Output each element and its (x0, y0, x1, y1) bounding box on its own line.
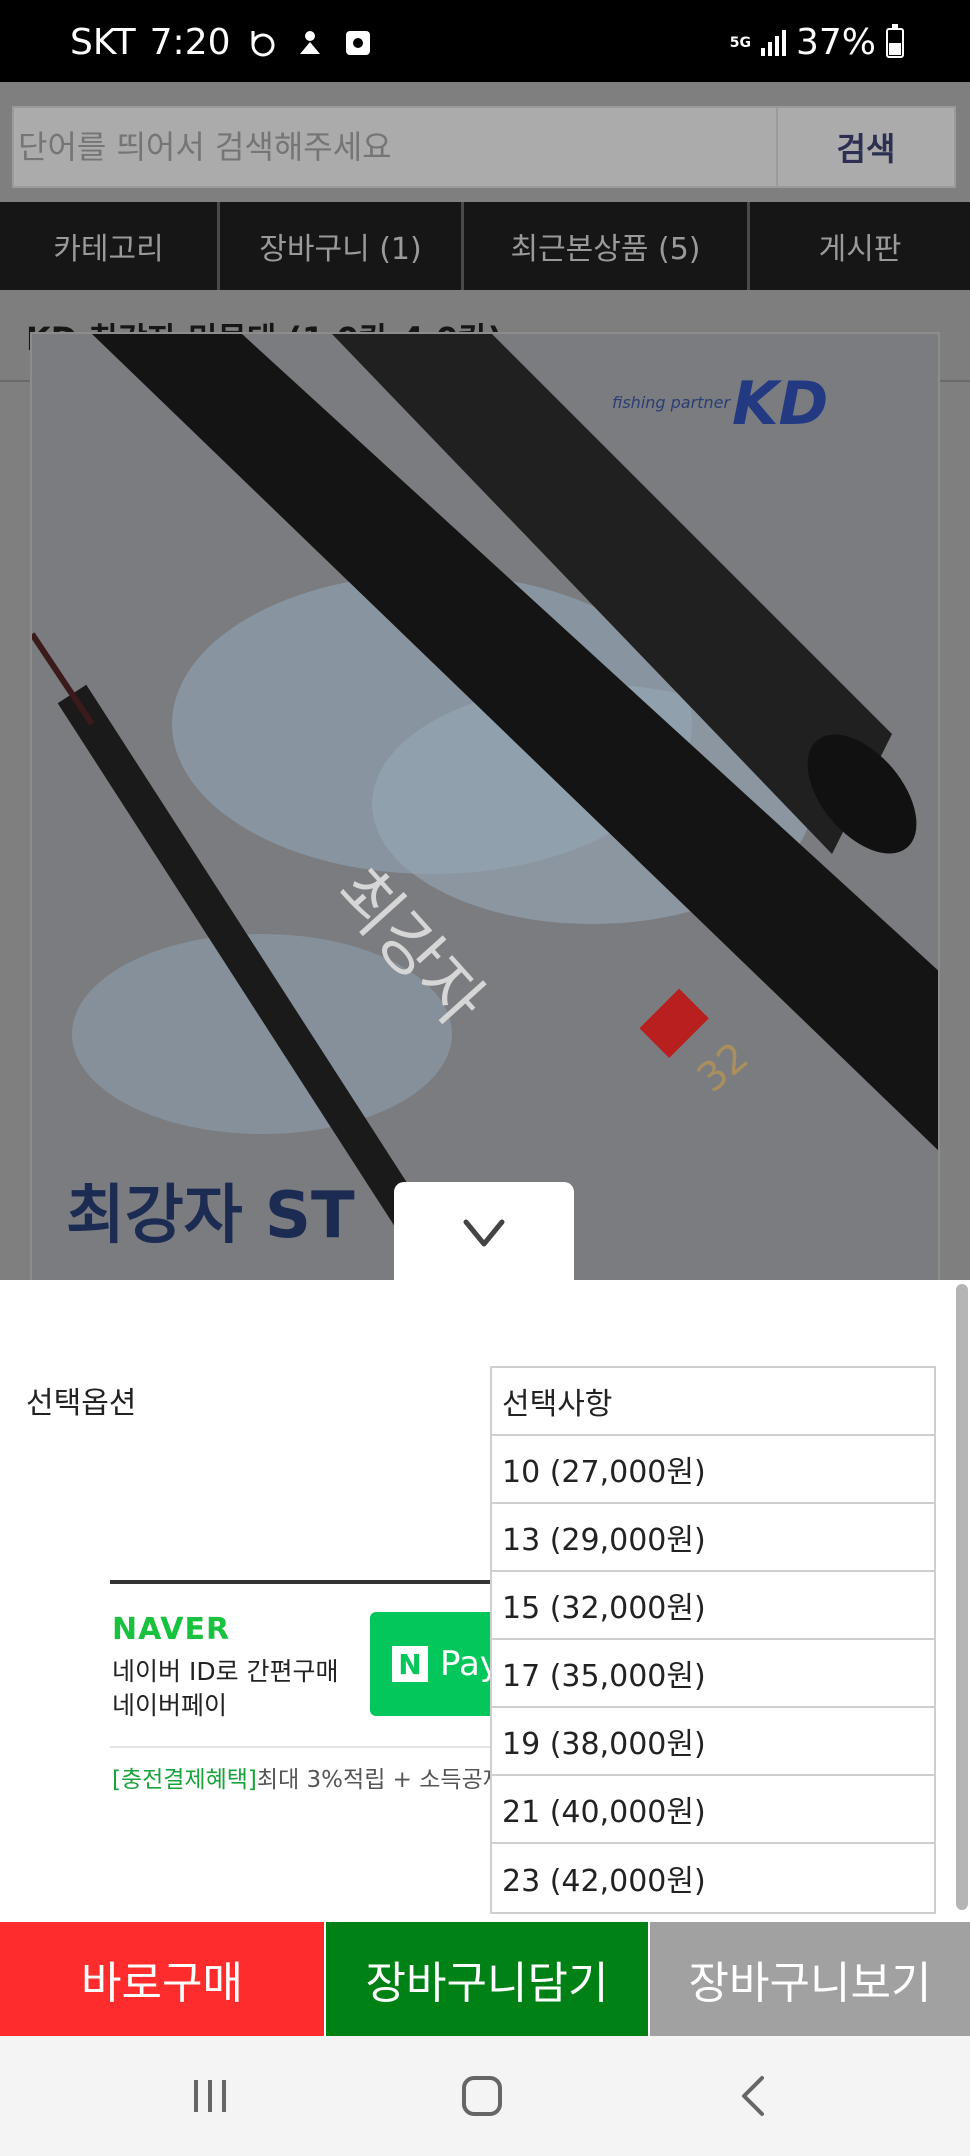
add-to-cart-button[interactable]: 장바구니담기 (324, 1922, 648, 2036)
naver-divider (110, 1746, 490, 1748)
sheet-scrollbar[interactable] (956, 1284, 968, 1910)
status-right: 5G 37% (730, 22, 904, 63)
view-cart-button[interactable]: 장바구니보기 (648, 1922, 970, 2036)
home-icon (462, 2076, 502, 2116)
status-bar: SKT 7:20 5G 37% (0, 0, 970, 82)
option-dropdown-list[interactable]: 선택사항 10 (27,000원) 13 (29,000원) 15 (32,00… (490, 1366, 936, 1914)
naver-logo: NAVER (112, 1612, 231, 1647)
search-button[interactable]: 검색 (776, 108, 954, 186)
home-button[interactable] (452, 2066, 512, 2126)
record-app-icon (341, 26, 375, 60)
signal-icon (760, 29, 786, 56)
option-item[interactable]: 17 (35,000원) (492, 1640, 934, 1708)
brand-tagline: fishing partner (612, 393, 731, 412)
naver-pay-divider-top (110, 1580, 490, 1584)
android-nav-bar (0, 2036, 970, 2156)
network-5g-icon: 5G (729, 34, 751, 51)
search-input[interactable] (14, 108, 780, 186)
search-bar: 검색 (12, 106, 956, 188)
buy-now-button[interactable]: 바로구매 (0, 1922, 324, 2036)
purchase-action-bar: 바로구매 장바구니담기 장바구니보기 (0, 1922, 970, 2036)
nav-category[interactable]: 카테고리 (0, 202, 220, 290)
option-item[interactable]: 21 (40,000원) (492, 1776, 934, 1844)
option-item[interactable]: 19 (38,000원) (492, 1708, 934, 1776)
naver-desc-line1: 네이버 ID로 간편구매 (112, 1657, 339, 1686)
chevron-down-icon (462, 1218, 506, 1252)
sheet-collapse-handle[interactable] (394, 1182, 574, 1288)
b-app-icon (245, 26, 279, 60)
product-image[interactable]: 최강자 32 fishing partner KD 최강자 ST (30, 332, 940, 1282)
naver-desc-line2: 네이버페이 (112, 1691, 228, 1720)
option-item[interactable]: 23 (42,000원) (492, 1844, 934, 1912)
naver-pay-button[interactable]: N Pay (370, 1612, 500, 1716)
option-item[interactable]: 10 (27,000원) (492, 1436, 934, 1504)
svg-text:KD: KD (732, 369, 828, 439)
carrier-label: SKT (70, 22, 136, 63)
option-item[interactable]: 13 (29,000원) (492, 1504, 934, 1572)
recent-apps-icon (194, 2080, 226, 2112)
top-nav: 카테고리 장바구니 (1) 최근본상품 (5) 게시판 (0, 202, 970, 290)
naver-benefit-highlight[interactable]: [충전결제혜택] (112, 1767, 257, 1793)
naver-benefit: [충전결제혜택]최대 3%적립 + 소득공제 (112, 1760, 492, 1794)
option-item[interactable]: 15 (32,000원) (492, 1572, 934, 1640)
recent-apps-button[interactable] (180, 2066, 240, 2126)
back-icon (742, 2076, 764, 2116)
nav-recent-products[interactable]: 최근본상품 (5) (464, 202, 750, 290)
clock: 7:20 (149, 22, 231, 63)
naver-benefit-text: 최대 3%적립 + 소득공제 (256, 1767, 492, 1793)
person-app-icon (293, 26, 327, 60)
fishing-rod-illustration: 최강자 32 fishing partner KD (32, 334, 938, 1280)
svg-text:32: 32 (689, 1034, 758, 1102)
image-caption: 최강자 ST (66, 1179, 355, 1253)
nav-cart[interactable]: 장바구니 (1) (220, 202, 464, 290)
battery-percent: 37% (795, 22, 876, 63)
naver-n-icon: N (392, 1646, 428, 1682)
battery-icon (886, 23, 904, 58)
option-label: 선택옵션 (26, 1386, 137, 1421)
options-bottom-sheet: 선택옵션 NAVER 네이버 ID로 간편구매 네이버페이 N Pay [충전결… (0, 1280, 970, 1922)
status-left: SKT 7:20 (70, 22, 375, 63)
back-button[interactable] (724, 2066, 784, 2126)
nav-board[interactable]: 게시판 (750, 202, 970, 290)
option-placeholder[interactable]: 선택사항 (492, 1368, 934, 1436)
